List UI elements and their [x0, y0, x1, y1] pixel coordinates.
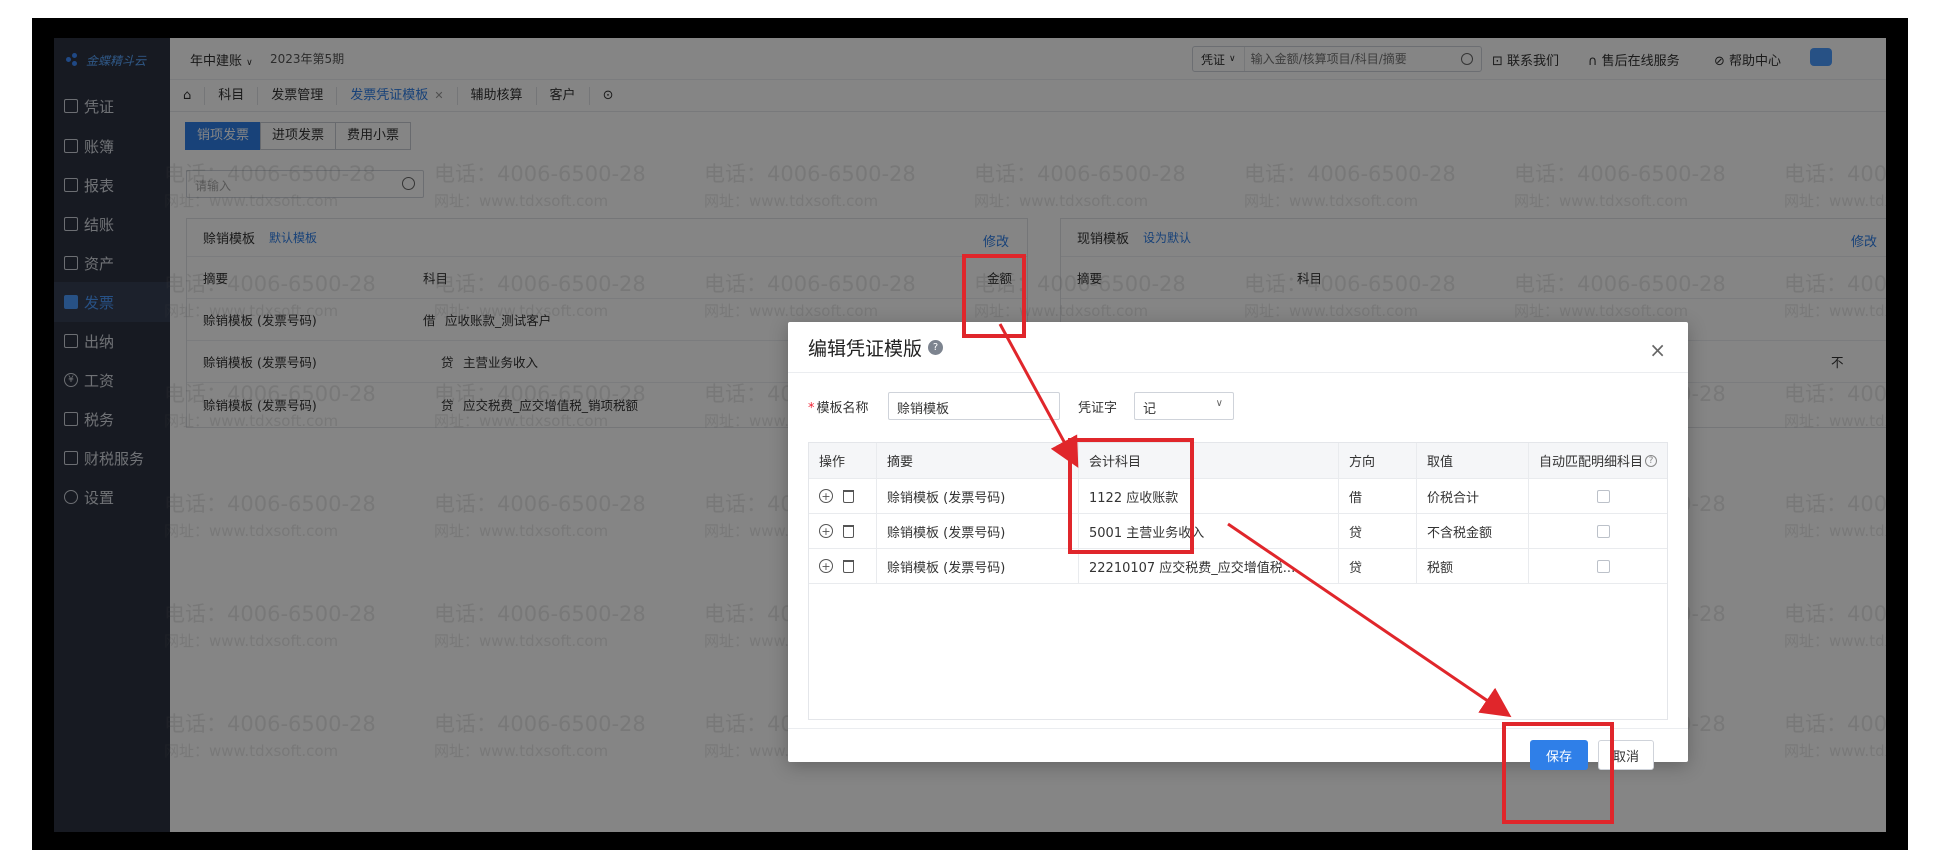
annotation-box-account — [1068, 438, 1194, 554]
template-name-input[interactable]: 赊销模板 — [888, 392, 1060, 420]
dialog-title-text: 编辑凭证模版 — [808, 338, 923, 360]
help-icon[interactable]: ? — [928, 340, 944, 355]
dialog-title: 编辑凭证模版 ? — [808, 334, 944, 361]
voucher-word-value: 记 — [1143, 402, 1157, 417]
col-auto-match: 自动匹配明细科目? — [1529, 443, 1667, 478]
trash-icon[interactable] — [843, 559, 854, 573]
entry-table: 操作 摘要 会计科目 方向 取值 自动匹配明细科目? + 赊销模板 (发票号码)… — [808, 442, 1668, 720]
row-direction[interactable]: 贷 — [1339, 514, 1417, 548]
template-name-label: * 模板名称 — [808, 401, 869, 416]
col-auto-match-label: 自动匹配明细科目 — [1539, 455, 1644, 470]
edit-voucher-template-dialog: 编辑凭证模版 ? × * 模板名称 赊销模板 凭证字 记 ∨ 操作 摘要 会计科目… — [788, 322, 1688, 770]
row-actions: + — [809, 479, 877, 513]
row-auto-match — [1529, 514, 1667, 548]
voucher-word-select[interactable]: 记 ∨ — [1134, 392, 1234, 420]
entry-table-header: 操作 摘要 会计科目 方向 取值 自动匹配明细科目? — [809, 443, 1667, 479]
voucher-word-label: 凭证字 — [1078, 401, 1118, 416]
row-actions: + — [809, 549, 877, 583]
table-row: + 赊销模板 (发票号码) 22210107 应交税费_应交增值税... 贷 税… — [809, 549, 1667, 584]
divider — [788, 372, 1688, 373]
annotation-box-edit — [962, 254, 1026, 338]
row-summary[interactable]: 赊销模板 (发票号码) — [877, 479, 1079, 513]
table-row: + 赊销模板 (发票号码) 1122 应收账款 借 价税合计 — [809, 479, 1667, 514]
col-operation: 操作 — [809, 443, 877, 478]
app-window: 金蝶精斗云 凭证 账簿 报表 结账 资产 发票 出纳 ¥ 工资 税务 财税服务 设… — [54, 38, 1886, 832]
col-value: 取值 — [1417, 443, 1529, 478]
row-direction[interactable]: 借 — [1339, 479, 1417, 513]
add-circle-icon[interactable]: + — [819, 524, 833, 538]
row-account[interactable]: 22210107 应交税费_应交增值税... — [1079, 549, 1339, 583]
row-auto-match — [1529, 549, 1667, 583]
table-row: + 赊销模板 (发票号码) 5001 主营业务收入 贷 不含税金额 — [809, 514, 1667, 549]
row-value[interactable]: 价税合计 — [1417, 479, 1529, 513]
col-summary: 摘要 — [877, 443, 1079, 478]
question-icon[interactable]: ? — [1645, 454, 1658, 467]
row-auto-match — [1529, 479, 1667, 513]
auto-match-checkbox[interactable] — [1597, 489, 1610, 503]
annotation-box-save — [1502, 722, 1614, 824]
row-direction[interactable]: 贷 — [1339, 549, 1417, 583]
row-summary[interactable]: 赊销模板 (发票号码) — [877, 549, 1079, 583]
col-direction: 方向 — [1339, 443, 1417, 478]
chevron-down-icon: ∨ — [1215, 398, 1223, 409]
close-icon[interactable]: × — [1649, 338, 1666, 362]
row-value[interactable]: 税额 — [1417, 549, 1529, 583]
trash-icon[interactable] — [843, 524, 854, 538]
add-circle-icon[interactable]: + — [819, 489, 833, 503]
row-value[interactable]: 不含税金额 — [1417, 514, 1529, 548]
row-actions: + — [809, 514, 877, 548]
auto-match-checkbox[interactable] — [1597, 559, 1610, 573]
auto-match-checkbox[interactable] — [1597, 524, 1610, 538]
row-summary[interactable]: 赊销模板 (发票号码) — [877, 514, 1079, 548]
add-circle-icon[interactable]: + — [819, 559, 833, 573]
trash-icon[interactable] — [843, 489, 854, 503]
